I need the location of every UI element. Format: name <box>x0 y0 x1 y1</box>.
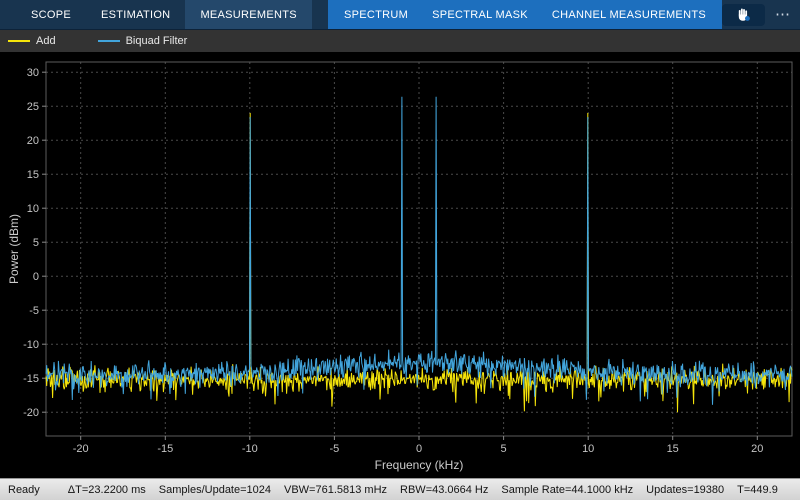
status-ready: Ready <box>8 483 40 496</box>
legend-label-biquad: Biquad Filter <box>125 35 188 47</box>
legend-bar: Add Biquad Filter <box>0 30 800 52</box>
x-axis-label: Frequency (kHz) <box>374 458 464 472</box>
svg-text:-10: -10 <box>23 339 39 351</box>
svg-text:-15: -15 <box>23 373 39 385</box>
legend-label-add: Add <box>36 35 56 47</box>
svg-text:15: 15 <box>27 169 39 181</box>
svg-text:10: 10 <box>582 443 594 455</box>
spectrum-tab-group: SPECTRUM SPECTRAL MASK CHANNEL MEASUREME… <box>327 0 722 29</box>
spectrum-plot-panel[interactable]: -20 -15 -10 -5 0 5 10 15 20 -20 -15 -10 -5 0 5 10 15 20 25… <box>0 52 800 478</box>
status-stats: ΔT=23.2200 ms Samples/Update=1024 VBW=76… <box>68 484 778 496</box>
svg-text:-20: -20 <box>23 407 39 419</box>
tab-spectrum[interactable]: SPECTRUM <box>332 0 420 29</box>
toolbar-right-controls: ⋯ <box>721 0 800 29</box>
svg-text:0: 0 <box>416 443 422 455</box>
legend-line-swatch-add <box>8 40 30 42</box>
y-axis-label: Power (dBm) <box>7 213 21 285</box>
svg-text:-10: -10 <box>242 443 258 455</box>
status-time: T=449.9 <box>737 483 778 496</box>
svg-text:30: 30 <box>27 67 39 79</box>
status-rbw: RBW=43.0664 Hz <box>400 483 489 496</box>
tab-estimation[interactable]: ESTIMATION <box>86 0 185 29</box>
spectrum-plot[interactable]: -20 -15 -10 -5 0 5 10 15 20 -20 -15 -10 -5 0 5 10 15 20 25… <box>0 52 800 478</box>
legend-item-biquad-filter[interactable]: Biquad Filter <box>97 35 188 47</box>
toolstrip: SCOPE ESTIMATION MEASUREMENTS SPECTRUM S… <box>0 0 800 30</box>
status-samples-per-update: Samples/Update=1024 <box>158 483 271 496</box>
svg-text:-15: -15 <box>157 443 173 455</box>
status-updates: Updates=19380 <box>646 483 725 496</box>
svg-text:20: 20 <box>27 135 39 147</box>
tab-spectral-mask[interactable]: SPECTRAL MASK <box>420 0 540 29</box>
status-delta-t: ΔT=23.2200 ms <box>67 483 146 496</box>
status-sample-rate: Sample Rate=44.1000 kHz <box>501 483 634 496</box>
svg-text:-5: -5 <box>330 443 340 455</box>
svg-text:15: 15 <box>667 443 679 455</box>
svg-text:10: 10 <box>27 203 39 215</box>
svg-text:-5: -5 <box>29 305 39 317</box>
hand-tool-button[interactable] <box>721 3 765 26</box>
more-options-button[interactable]: ⋯ <box>773 7 792 22</box>
tab-measurements[interactable]: MEASUREMENTS <box>185 0 312 29</box>
status-bar: Ready ΔT=23.2200 ms Samples/Update=1024 … <box>0 478 800 500</box>
tick-labels: -20 -15 -10 -5 0 5 10 15 20 -20 -15 -10 -5 0 5 10 15 20 25… <box>23 67 763 455</box>
svg-text:-20: -20 <box>73 443 89 455</box>
legend-item-add[interactable]: Add <box>8 35 56 47</box>
tab-channel-measurements[interactable]: CHANNEL MEASUREMENTS <box>540 0 718 29</box>
tab-scope[interactable]: SCOPE <box>16 0 86 29</box>
status-vbw: VBW=761.5813 mHz <box>284 483 388 496</box>
svg-text:20: 20 <box>751 443 763 455</box>
svg-text:5: 5 <box>501 443 507 455</box>
svg-text:0: 0 <box>33 271 39 283</box>
legend-line-swatch-biquad <box>97 40 120 42</box>
grid-lines <box>46 62 792 436</box>
svg-text:25: 25 <box>27 101 39 113</box>
hand-icon <box>736 7 751 22</box>
svg-text:5: 5 <box>33 237 39 249</box>
